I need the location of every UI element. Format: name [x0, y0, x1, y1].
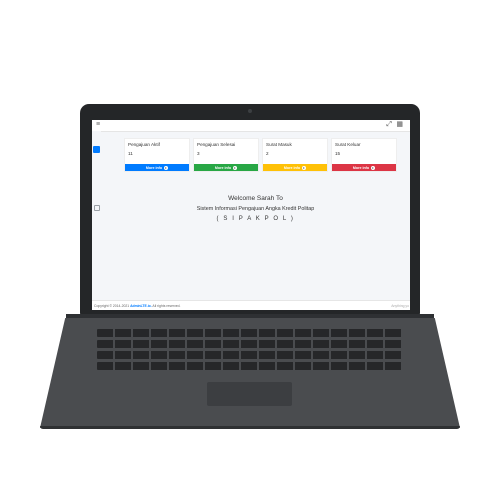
- more-info-label: More info: [352, 165, 370, 170]
- stat-count: 3: [197, 151, 200, 156]
- touchpad: [207, 382, 292, 406]
- laptop-lid: ≡ ⤢ ▦ Pengajuan Aktif 11 More info Penga…: [80, 104, 420, 316]
- keyboard: [97, 329, 403, 379]
- arrow-circle-right-icon: [164, 165, 169, 170]
- key-row: [97, 362, 403, 370]
- stat-count: 11: [128, 151, 133, 156]
- stat-count: 15: [335, 151, 341, 156]
- more-info-label: More info: [283, 165, 301, 170]
- stat-card-pengajuan-selesai: Pengajuan Selesai 3 More info: [193, 138, 259, 172]
- stat-count: 2: [266, 151, 269, 156]
- sidebar-toggle[interactable]: [94, 205, 100, 211]
- stat-label: Pengajuan Aktif: [128, 142, 160, 147]
- expand-icon[interactable]: ⤢: [386, 121, 392, 129]
- more-info-label: More info: [145, 165, 163, 170]
- arrow-circle-right-icon: [302, 165, 307, 170]
- laptop-base-edge: [40, 426, 460, 429]
- more-info-link[interactable]: More info: [263, 164, 327, 171]
- more-info-link[interactable]: More info: [332, 164, 396, 171]
- system-name: Sistem Informasi Pengajuan Angka Kredit …: [196, 206, 315, 212]
- stat-card-surat-keluar: Surat Keluar 15 More info: [331, 138, 397, 172]
- sidebar-active-item[interactable]: [93, 146, 100, 153]
- footer: Copyright © 2014-2021 AdminLTE.io. All r…: [92, 300, 410, 310]
- more-info-link[interactable]: More info: [125, 164, 189, 171]
- copyright-text: Copyright © 2014-2021: [94, 304, 131, 308]
- top-navbar: ≡ ⤢ ▦: [92, 120, 410, 132]
- stat-label: Surat Keluar: [335, 142, 361, 147]
- screen: ≡ ⤢ ▦ Pengajuan Aktif 11 More info Penga…: [92, 120, 410, 310]
- rights-text: All rights reserved.: [151, 304, 181, 308]
- key-row: [97, 340, 403, 348]
- key-row: [97, 329, 403, 337]
- arrow-circle-right-icon: [371, 165, 376, 170]
- more-info-label: More info: [214, 165, 232, 170]
- key-row: [97, 351, 403, 359]
- stat-label: Pengajuan Selesai: [197, 142, 236, 147]
- sidebar: [92, 131, 101, 310]
- stat-label: Surat Masuk: [266, 142, 292, 147]
- stat-card-pengajuan-aktif: Pengajuan Aktif 11 More info: [124, 138, 190, 172]
- welcome-heading: Welcome Sarah To: [228, 195, 283, 202]
- grid-icon[interactable]: ▦: [396, 121, 403, 129]
- footer-right-text: Anything yo: [391, 304, 409, 308]
- webcam: [248, 109, 252, 113]
- footer-copyright: Copyright © 2014-2021 AdminLTE.io. All r…: [94, 304, 181, 308]
- system-acronym: ( S I P A K P O L ): [216, 216, 295, 222]
- arrow-circle-right-icon: [233, 165, 238, 170]
- more-info-link[interactable]: More info: [194, 164, 258, 171]
- hamburger-icon[interactable]: ≡: [96, 121, 100, 129]
- footer-brand-link[interactable]: AdminLTE.io.: [130, 304, 152, 308]
- stat-card-surat-masuk: Surat Masuk 2 More info: [262, 138, 328, 172]
